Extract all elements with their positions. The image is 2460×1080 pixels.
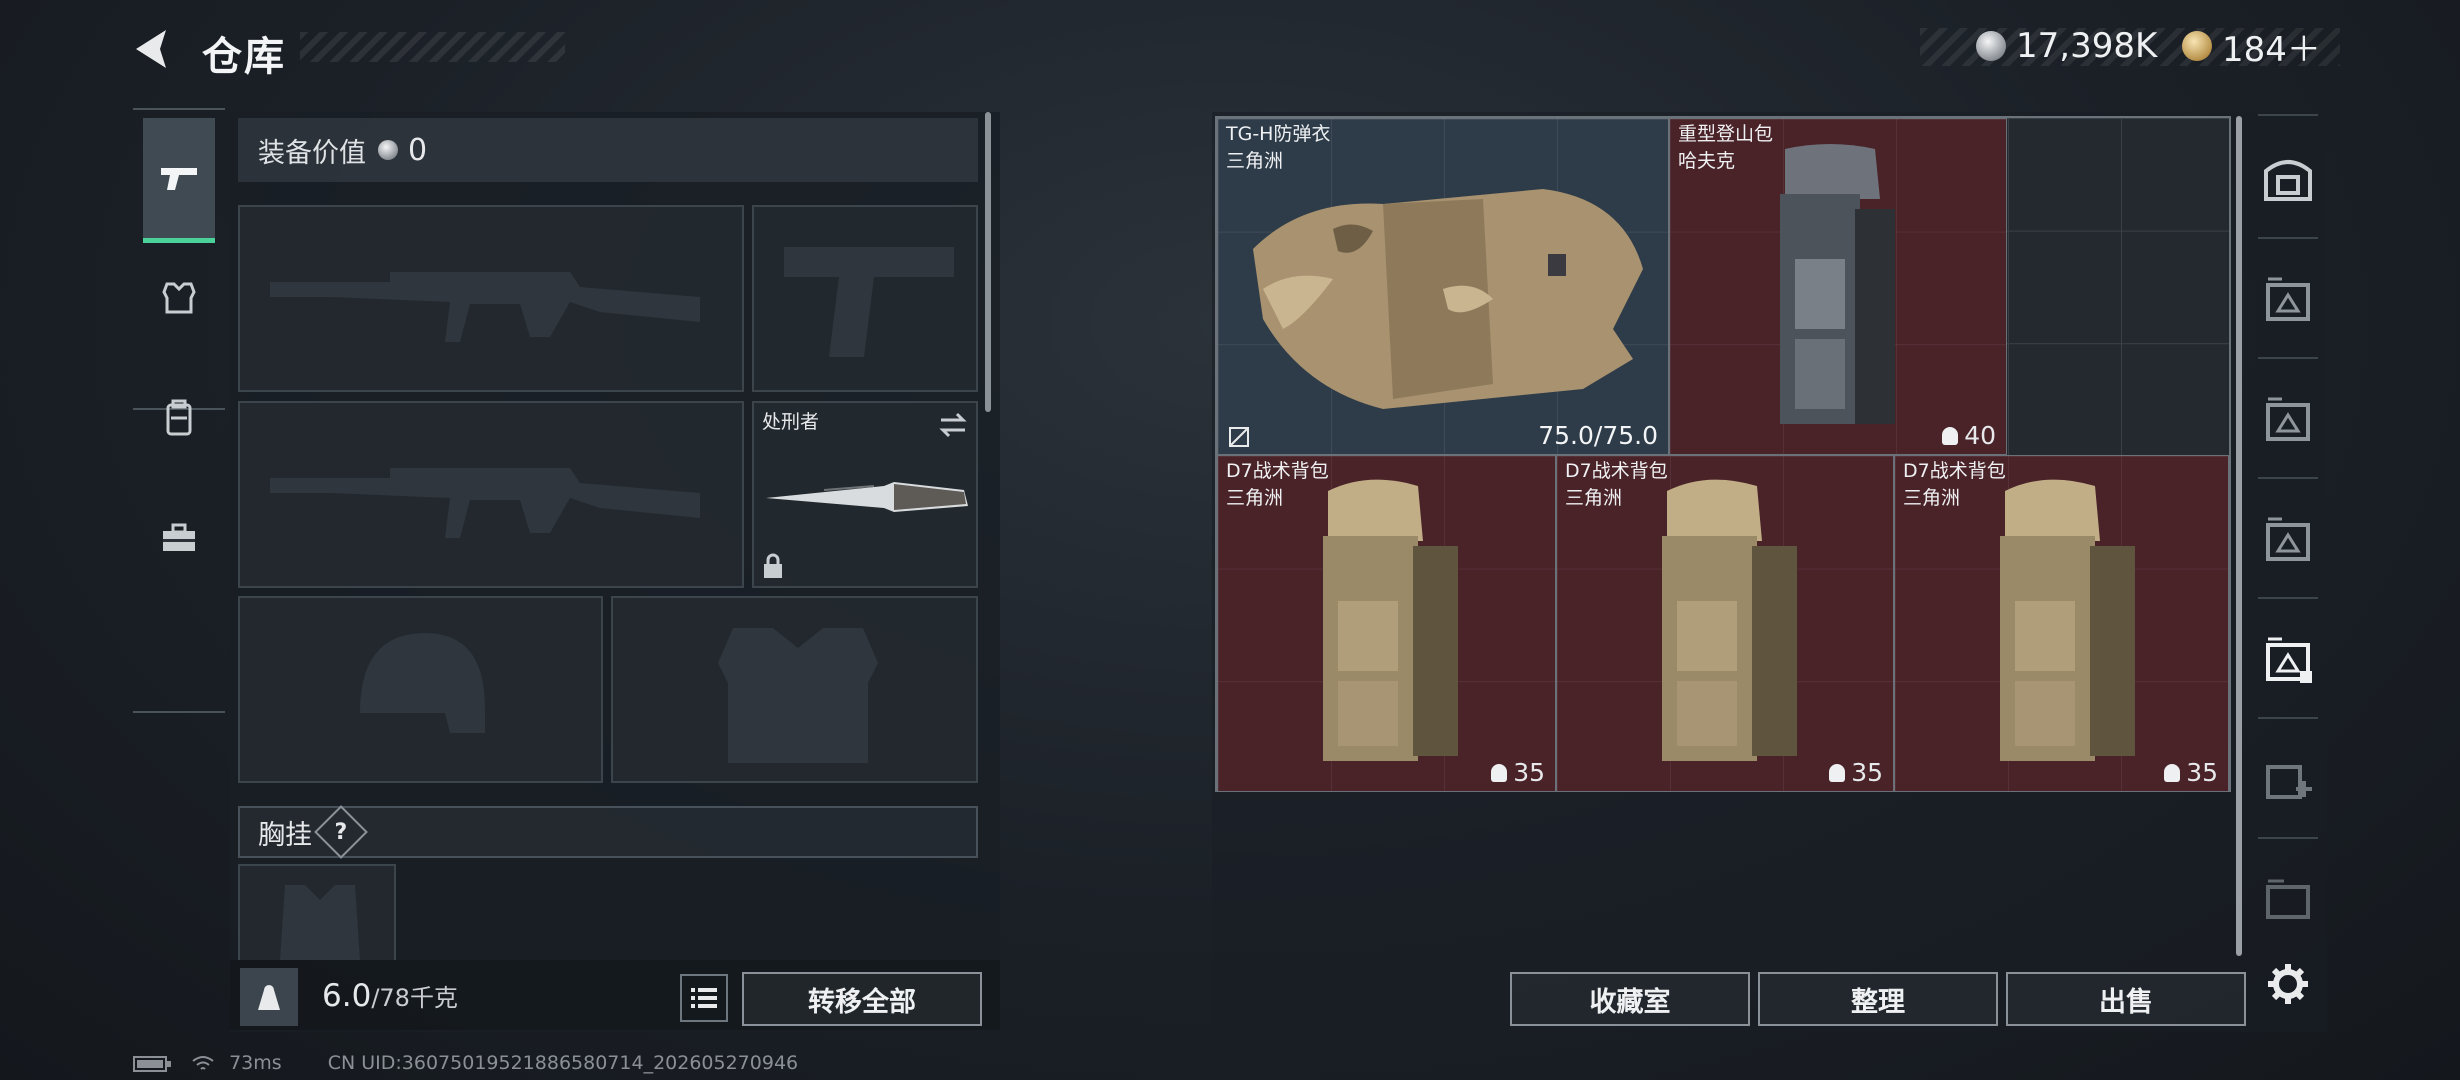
- safe-icon: [2264, 160, 2312, 201]
- weight-icon: [258, 985, 280, 1010]
- gold-coin-icon: [2182, 31, 2212, 61]
- collection-room-button[interactable]: 收藏室: [1510, 972, 1750, 1026]
- storage-item-body-armor[interactable]: TG-H防弹衣 三角洲 75.0/75.0: [1217, 118, 1669, 455]
- folder-icon: [2266, 879, 2310, 919]
- title-stripe: [300, 32, 565, 62]
- add-storage-icon: [2266, 765, 2312, 799]
- capacity-badge: 40: [1942, 421, 1996, 450]
- silver-coin-icon: [1976, 31, 2006, 61]
- weight-button[interactable]: [240, 968, 298, 1026]
- toolbox-icon: [163, 523, 195, 551]
- help-icon[interactable]: ?: [314, 805, 368, 859]
- pistol-slot[interactable]: [752, 205, 978, 392]
- storage-tab-4-active[interactable]: [2256, 627, 2320, 691]
- battery-icon: [133, 1055, 171, 1072]
- storage-item-d7-backpack[interactable]: D7战术背包 三角洲 35: [1894, 455, 2229, 792]
- swap-icon[interactable]: [937, 411, 969, 439]
- chest-rig-header: 胸挂 ?: [238, 805, 978, 859]
- storage-icon: [2266, 397, 2310, 441]
- backpack-icon: [166, 399, 192, 436]
- capacity-badge: 35: [1829, 758, 1883, 787]
- nav-item-weapons[interactable]: [143, 118, 215, 243]
- list-view-button[interactable]: [680, 974, 728, 1022]
- nav-item-backpack[interactable]: [143, 358, 215, 478]
- list-icon: [691, 988, 717, 1008]
- melee-name: 处刑者: [762, 411, 820, 433]
- silver-coin-icon: [378, 140, 398, 160]
- rifle-silhouette-icon: [270, 272, 700, 342]
- capacity-icon: [1491, 763, 1508, 782]
- capacity-icon: [1942, 426, 1959, 445]
- nav-item-toolbox[interactable]: [143, 478, 215, 598]
- wifi-icon: [192, 1055, 214, 1070]
- loadout-scrollbar[interactable]: [985, 112, 991, 412]
- storage-tab-2[interactable]: [2256, 387, 2320, 451]
- settings-icon: [2268, 964, 2308, 1004]
- d7-backpack-image: [2000, 479, 2135, 761]
- weight-readout: 6.0/78千克: [322, 978, 458, 1014]
- storage-scrollbar[interactable]: [2236, 116, 2242, 956]
- lock-icon: [764, 553, 782, 578]
- currency-gold[interactable]: 184＋: [2182, 26, 2321, 70]
- storage-item-heavy-backpack[interactable]: 重型登山包 哈夫克 40: [1669, 118, 2007, 455]
- category-nav: [133, 108, 225, 713]
- helmet-silhouette-icon: [360, 633, 485, 733]
- knife-icon: [766, 482, 968, 512]
- rifle-silhouette-icon: [270, 468, 700, 538]
- storage-tab-locked[interactable]: [2256, 867, 2320, 931]
- chest-rig-silhouette-icon: [280, 885, 360, 960]
- sell-button[interactable]: 出售: [2006, 972, 2246, 1026]
- heavy-backpack-image: [1780, 144, 1895, 424]
- capacity-icon: [1829, 763, 1846, 782]
- armor-icon: [162, 282, 196, 314]
- uid-text: CN UID:36075019521886580714_202605270946: [327, 1052, 799, 1074]
- status-footer: 73ms CN UID:36075019521886580714_2026052…: [133, 1052, 838, 1074]
- settings-button[interactable]: [2256, 952, 2320, 1016]
- storage-item-d7-backpack[interactable]: D7战术背包 三角洲 35: [1217, 455, 1556, 792]
- storage-icon: [2266, 277, 2310, 321]
- storage-tab-3[interactable]: [2256, 507, 2320, 571]
- page-title: 仓库: [202, 34, 286, 80]
- capacity-badge: 35: [1491, 758, 1545, 787]
- d7-backpack-image: [1323, 479, 1458, 761]
- body-armor-image: [1253, 189, 1643, 409]
- melee-slot[interactable]: 处刑者: [752, 401, 978, 588]
- capacity-icon: [2164, 763, 2181, 782]
- vest-silhouette-icon: [718, 628, 878, 763]
- back-arrow-icon[interactable]: [130, 26, 176, 72]
- ping-text: 73ms: [229, 1052, 282, 1074]
- secondary-weapon-slot[interactable]: [238, 401, 744, 588]
- storage-tabs: [2248, 112, 2328, 1032]
- safe-tab[interactable]: [2256, 147, 2320, 211]
- storage-tab-add[interactable]: [2256, 747, 2320, 811]
- storage-icon: [2266, 637, 2312, 683]
- equipment-value-bar: 装备价值 0: [238, 118, 978, 182]
- body-armor-slot[interactable]: [611, 596, 978, 783]
- primary-weapon-slot[interactable]: [238, 205, 744, 392]
- sort-button[interactable]: 整理: [1758, 972, 1998, 1026]
- capacity-badge: 35: [2164, 758, 2218, 787]
- storage-grid: TG-H防弹衣 三角洲 75.0/75.0 重型登山包 哈夫克 40 D7战术背…: [1215, 116, 2231, 792]
- nav-item-armor[interactable]: [143, 238, 215, 358]
- no-repair-icon: [1229, 427, 1249, 447]
- pistol-icon: [161, 168, 197, 190]
- storage-tab-1[interactable]: [2256, 267, 2320, 331]
- storage-icon: [2266, 517, 2310, 561]
- storage-item-d7-backpack[interactable]: D7战术背包 三角洲 35: [1556, 455, 1894, 792]
- d7-backpack-image: [1662, 479, 1797, 761]
- pistol-silhouette-icon: [784, 247, 954, 357]
- helmet-slot[interactable]: [238, 596, 603, 783]
- currency-silver[interactable]: 17,398K: [1976, 26, 2157, 66]
- transfer-all-button[interactable]: 转移全部: [742, 972, 982, 1026]
- chest-rig-slot[interactable]: [238, 864, 396, 960]
